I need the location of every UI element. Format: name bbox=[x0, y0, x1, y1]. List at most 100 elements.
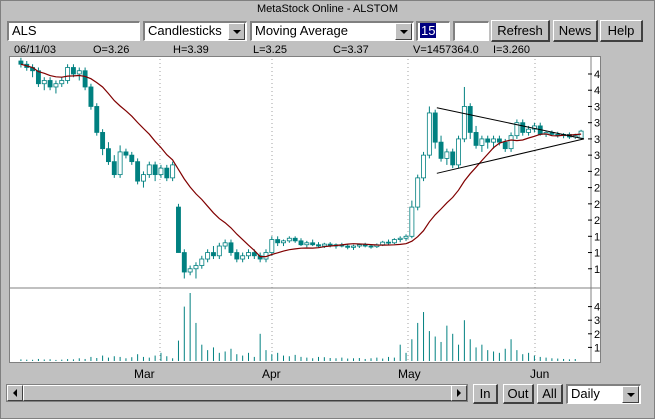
candle-body bbox=[485, 138, 491, 143]
price-tick-label: 1.5 bbox=[594, 248, 600, 260]
candle-body bbox=[193, 265, 199, 270]
candle-body bbox=[450, 151, 456, 166]
price-tick-label: 3.5 bbox=[594, 118, 600, 130]
candle-body bbox=[496, 138, 502, 143]
candle-body bbox=[520, 122, 526, 133]
price-tick-label: 2.25 bbox=[594, 199, 600, 211]
candle-body bbox=[240, 255, 246, 260]
period-dropdown-arrow-icon[interactable] bbox=[622, 386, 639, 403]
zoom-in-button[interactable]: In bbox=[473, 384, 498, 404]
candle-body bbox=[269, 239, 275, 253]
candle-body bbox=[181, 252, 187, 273]
candle-body bbox=[70, 67, 76, 75]
extra-input[interactable] bbox=[453, 21, 489, 41]
chart-area[interactable]: 4.25 4.0 3.75 3.5 3.25 3.0 2.75 2.5 2.25 2.0 1.75 1… bbox=[9, 56, 625, 363]
candle-body bbox=[368, 245, 374, 248]
indicator-select[interactable]: Moving Average bbox=[250, 21, 414, 41]
candle-body bbox=[152, 164, 158, 176]
candle-body bbox=[298, 240, 304, 246]
candle-body bbox=[380, 241, 386, 246]
candle-body bbox=[281, 240, 286, 244]
price-tick-label: 2.0 bbox=[594, 215, 600, 227]
period-value: 15 bbox=[420, 23, 437, 38]
candle-body bbox=[35, 70, 41, 85]
candle-body bbox=[41, 80, 47, 85]
price-tick-label: 3.25 bbox=[594, 134, 600, 146]
candle-body bbox=[362, 244, 368, 247]
news-button[interactable]: News bbox=[553, 20, 598, 42]
candle-body bbox=[76, 70, 82, 75]
quote-open: O=3.26 bbox=[93, 44, 130, 56]
candle-body bbox=[438, 141, 444, 159]
price-chart[interactable]: 4.25 4.0 3.75 3.5 3.25 3.0 2.75 2.5 2.25 2.0 1.75 1… bbox=[10, 57, 625, 362]
price-tick-label: 1.25 bbox=[594, 264, 600, 276]
horizontal-scrollbar[interactable] bbox=[6, 384, 468, 402]
candle-body bbox=[473, 132, 479, 146]
volume-tick-label: 40.0m bbox=[594, 302, 600, 314]
candle-body bbox=[94, 106, 100, 133]
zoom-all-button[interactable]: All bbox=[537, 384, 563, 404]
quote-high: H=3.39 bbox=[173, 44, 209, 56]
price-tick-label: 4.0 bbox=[594, 85, 600, 97]
candle-body bbox=[18, 60, 24, 65]
candle-body bbox=[316, 244, 321, 247]
indicator-value: Moving Average bbox=[255, 23, 348, 38]
candle-body bbox=[304, 242, 310, 246]
candle-body bbox=[292, 237, 298, 242]
indicator-dropdown-arrow-icon[interactable] bbox=[395, 23, 412, 40]
candle-body bbox=[456, 138, 461, 166]
scroll-left-arrow-icon[interactable] bbox=[7, 385, 23, 401]
price-tick-label: 2.5 bbox=[594, 183, 600, 195]
candle-body bbox=[216, 245, 222, 257]
candle-body bbox=[415, 177, 421, 208]
candle-body bbox=[397, 237, 403, 240]
candle-body bbox=[286, 237, 292, 242]
chart-type-dropdown-arrow-icon[interactable] bbox=[228, 23, 245, 40]
help-button[interactable]: Help bbox=[600, 20, 643, 42]
candle-body bbox=[222, 242, 228, 247]
candle-body bbox=[164, 167, 170, 179]
candle-body bbox=[111, 161, 117, 176]
scroll-right-arrow-icon[interactable] bbox=[451, 385, 467, 401]
month-label-jun: Jun bbox=[530, 367, 550, 381]
quote-indicator: I=3.260 bbox=[493, 44, 531, 56]
candle-body bbox=[275, 239, 281, 244]
candle-body bbox=[170, 164, 176, 179]
candle-body bbox=[100, 132, 106, 150]
price-tick-label: 3.75 bbox=[594, 101, 600, 113]
candle-body bbox=[310, 242, 316, 246]
candle-body bbox=[82, 70, 88, 88]
quote-low: L=3.25 bbox=[253, 44, 287, 56]
candle-body bbox=[158, 167, 164, 176]
candle-body bbox=[141, 174, 146, 182]
zoom-out-button[interactable]: Out bbox=[503, 384, 534, 404]
month-label-mar: Mar bbox=[134, 367, 155, 381]
refresh-button[interactable]: Refresh bbox=[491, 20, 550, 42]
candle-body bbox=[53, 83, 59, 88]
price-tick-label: 4.25 bbox=[594, 69, 600, 81]
candle-body bbox=[59, 80, 65, 85]
candle-body bbox=[526, 128, 532, 133]
price-tick-label: 1.75 bbox=[594, 231, 600, 243]
quote-date: 06/11/03 bbox=[14, 44, 57, 56]
candle-body bbox=[508, 135, 514, 150]
moving-average-line bbox=[20, 63, 582, 258]
scroll-thumb[interactable] bbox=[23, 385, 453, 401]
candle-body bbox=[251, 252, 257, 257]
period-input[interactable]: 15 bbox=[416, 21, 450, 41]
candle-body bbox=[444, 151, 450, 159]
candle-body bbox=[356, 244, 362, 247]
quote-close: C=3.37 bbox=[333, 44, 369, 56]
triangle-trendline bbox=[436, 107, 585, 140]
candle-body bbox=[228, 242, 234, 253]
candle-body bbox=[199, 258, 205, 266]
candle-body bbox=[467, 106, 473, 133]
candle-body bbox=[345, 245, 351, 248]
candle-body bbox=[117, 151, 123, 176]
symbol-input[interactable]: ALS bbox=[7, 21, 140, 41]
candle-body bbox=[409, 206, 415, 237]
candle-body bbox=[135, 161, 141, 182]
candle-body bbox=[211, 252, 216, 257]
volume-tick-label: 30.0m bbox=[594, 315, 600, 327]
candle-body bbox=[187, 268, 193, 273]
